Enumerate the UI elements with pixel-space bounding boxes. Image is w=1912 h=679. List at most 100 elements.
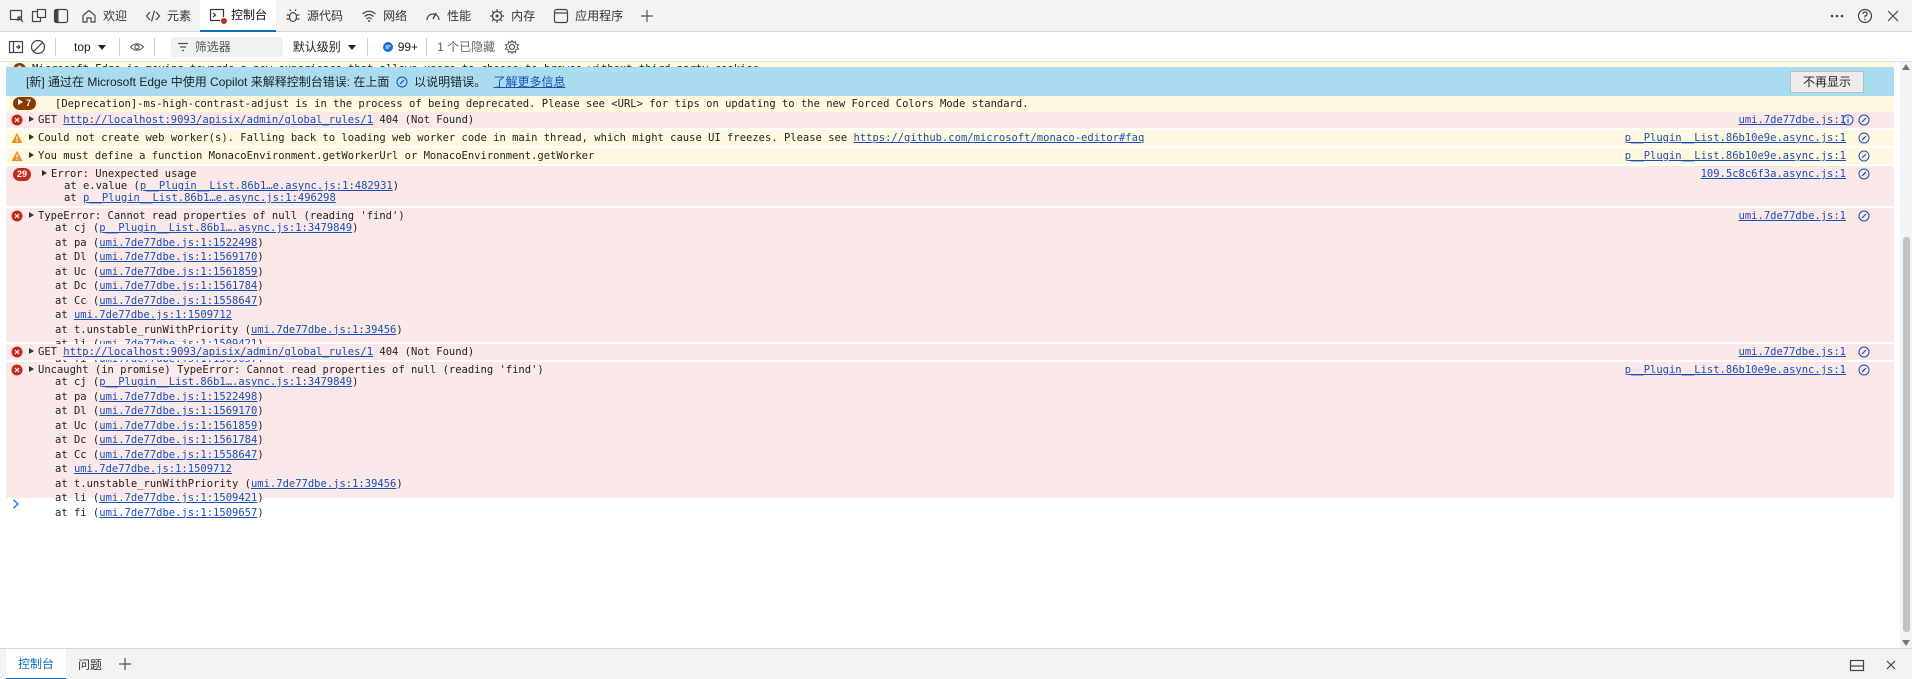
tab-welcome[interactable]: 欢迎 <box>72 0 136 32</box>
frame-link[interactable]: umi.7de77dbe.js:1:1561859 <box>99 420 257 432</box>
dont-show-again-button[interactable]: 不再显示 <box>1789 71 1864 93</box>
drawer-tab-console[interactable]: 控制台 <box>6 648 67 679</box>
frame-link[interactable]: umi.7de77dbe.js:1:39456 <box>251 478 396 490</box>
banner-text-part1: [新] 通过在 Microsoft Edge 中使用 Copilot 来解释控制… <box>26 75 390 89</box>
console-message-typeerror[interactable]: TypeError: Cannot read properties of nul… <box>6 208 1894 365</box>
frame-link[interactable]: umi.7de77dbe.js:1:39456 <box>251 324 396 336</box>
tab-sources[interactable]: 源代码 <box>276 0 352 32</box>
clear-console-icon[interactable] <box>27 36 49 58</box>
source-link[interactable]: p__Plugin__List.86b10e9e.async.js:1 <box>1625 131 1846 146</box>
add-drawer-tab-icon[interactable] <box>114 653 136 675</box>
console-settings-gear-icon[interactable] <box>501 36 523 58</box>
console-message-uncaught-typeerror[interactable]: Uncaught (in promise) TypeError: Cannot … <box>6 362 1894 519</box>
copilot-explain-icon[interactable] <box>1858 132 1870 144</box>
stack-frame: at t.unstable_runWithPriority (umi.7de77… <box>55 323 403 338</box>
context-selector[interactable]: top <box>74 40 107 54</box>
frame-link[interactable]: umi.7de77dbe.js:1:1561784 <box>99 280 257 292</box>
expand-triangle-icon[interactable] <box>29 152 34 158</box>
console-message-monaco-warning[interactable]: You must define a function MonacoEnviron… <box>6 148 1894 164</box>
frame-link[interactable]: p__Plugin__List.86b1….async.js:1:3479849 <box>99 222 352 234</box>
console-message-worker-warning[interactable]: Could not create web worker(s). Falling … <box>6 130 1894 146</box>
console-message-get-404[interactable]: GET http://localhost:9093/apisix/admin/g… <box>6 112 1894 128</box>
source-link[interactable]: umi.7de77dbe.js:1 <box>1739 209 1846 224</box>
wifi-icon <box>362 10 376 22</box>
source-link[interactable]: umi.7de77dbe.js:1 <box>1739 113 1846 128</box>
filter-input[interactable]: 筛选器 <box>170 36 283 57</box>
frame-link[interactable]: umi.7de77dbe.js:1:1558647 <box>99 295 257 307</box>
issues-count: 99+ <box>397 39 419 54</box>
more-options-icon[interactable] <box>1826 5 1848 27</box>
expand-triangle-icon[interactable] <box>29 134 34 140</box>
expand-triangle-icon[interactable] <box>29 366 34 372</box>
frame-link[interactable]: umi.7de77dbe.js:1:1569170 <box>99 405 257 417</box>
copilot-explain-icon[interactable] <box>1858 346 1870 358</box>
source-link[interactable]: 109.5c8c6f3a.async.js:1 <box>1701 167 1846 182</box>
log-level-dropdown[interactable]: 默认级别 <box>293 38 357 55</box>
request-url-link[interactable]: http://localhost:9093/apisix/admin/globa… <box>63 114 373 126</box>
copilot-explain-icon[interactable] <box>1858 150 1870 162</box>
frame-link[interactable]: umi.7de77dbe.js:1:1509657 <box>99 507 257 519</box>
code-icon <box>145 9 161 22</box>
copilot-explain-icon[interactable] <box>1858 114 1870 126</box>
inspect-element-icon[interactable] <box>6 5 28 27</box>
stack-frame: at Cc (umi.7de77dbe.js:1:1558647) <box>55 448 264 463</box>
tab-performance[interactable]: 性能 <box>416 0 480 32</box>
copilot-sparkle-icon[interactable] <box>396 76 408 88</box>
dock-drawer-icon[interactable] <box>1846 654 1868 676</box>
source-link[interactable]: p__Plugin__List.86b10e9e.async.js:1 <box>1625 363 1846 378</box>
expand-triangle-icon[interactable] <box>42 170 47 176</box>
frame-suffix: ) <box>257 492 264 504</box>
console-prompt[interactable] <box>12 498 20 512</box>
frame-link[interactable]: umi.7de77dbe.js:1:1561859 <box>99 266 257 278</box>
frame-link[interactable]: umi.7de77dbe.js:1:1569170 <box>99 251 257 263</box>
copilot-explain-icon[interactable] <box>1858 210 1870 222</box>
frame-link[interactable]: umi.7de77dbe.js:1:1509712 <box>74 463 232 475</box>
expand-triangle-icon[interactable] <box>29 116 34 122</box>
network-info-icon[interactable] <box>1842 114 1854 126</box>
console-message-deprecation[interactable]: 7 [Deprecation]-ms-high-contrast-adjust … <box>6 96 1894 112</box>
monaco-faq-link[interactable]: https://github.com/microsoft/monaco-edit… <box>853 132 1144 144</box>
frame-link[interactable]: umi.7de77dbe.js:1:1558647 <box>99 449 257 461</box>
frame-link[interactable]: umi.7de77dbe.js:1:1522498 <box>99 391 257 403</box>
learn-more-link[interactable]: 了解更多信息 <box>493 75 565 89</box>
tab-label: 内存 <box>511 9 536 23</box>
scrollbar-thumb[interactable] <box>1903 237 1910 632</box>
frame-link[interactable]: p__Plugin__List.86b1….async.js:1:3479849 <box>99 376 352 388</box>
frame-link[interactable]: p__Plugin__List.86b1…e.async.js:1:496298 <box>83 192 336 204</box>
expand-triangle-icon[interactable] <box>29 212 34 218</box>
request-url-link[interactable]: http://localhost:9093/apisix/admin/globa… <box>63 346 373 358</box>
source-link[interactable]: umi.7de77dbe.js:1 <box>1739 345 1846 360</box>
dock-panel-icon[interactable] <box>50 5 72 27</box>
close-devtools-icon[interactable] <box>1882 5 1904 27</box>
expand-triangle-icon[interactable] <box>29 348 34 354</box>
issues-counter[interactable]: 99+ <box>382 40 418 54</box>
frame-link[interactable]: umi.7de77dbe.js:1:1522498 <box>99 237 257 249</box>
bug-icon <box>286 8 300 22</box>
help-icon[interactable] <box>1854 5 1876 27</box>
device-emulation-icon[interactable] <box>28 5 50 27</box>
tab-console[interactable]: 控制台 <box>200 0 277 32</box>
tab-application[interactable]: 应用程序 <box>544 0 632 32</box>
close-drawer-icon[interactable] <box>1880 654 1902 676</box>
console-scrollbar[interactable] <box>1900 62 1912 648</box>
copilot-explain-icon[interactable] <box>1858 168 1870 180</box>
frame-link[interactable]: umi.7de77dbe.js:1:1509421 <box>99 492 257 504</box>
tab-network[interactable]: 网络 <box>352 0 416 32</box>
banner-text: [新] 通过在 Microsoft Edge 中使用 Copilot 来解释控制… <box>26 75 565 90</box>
tab-elements[interactable]: 元素 <box>136 0 200 32</box>
source-link[interactable]: p__Plugin__List.86b10e9e.async.js:1 <box>1625 149 1846 164</box>
scroll-down-icon[interactable] <box>1902 640 1910 646</box>
sidebar-toggle-icon[interactable] <box>5 36 27 58</box>
frame-link[interactable]: umi.7de77dbe.js:1:1509712 <box>74 309 232 321</box>
tab-memory[interactable]: 内存 <box>480 0 544 32</box>
drawer-tab-issues[interactable]: 问题 <box>66 649 114 679</box>
scroll-up-icon[interactable] <box>1902 64 1910 70</box>
add-tab-icon[interactable] <box>636 5 658 27</box>
copilot-explain-icon[interactable] <box>1858 364 1870 376</box>
console-message-get-404[interactable]: GET http://localhost:9093/apisix/admin/g… <box>6 344 1894 360</box>
drawer-tab-label: 控制台 <box>18 656 55 671</box>
console-message-unexpected-usage[interactable]: 29 Error: Unexpected usage at e.value (p… <box>6 166 1894 206</box>
live-expression-eye-icon[interactable] <box>126 36 148 58</box>
frame-link[interactable]: umi.7de77dbe.js:1:1561784 <box>99 434 257 446</box>
message-text: GET http://localhost:9093/apisix/admin/g… <box>29 345 474 360</box>
